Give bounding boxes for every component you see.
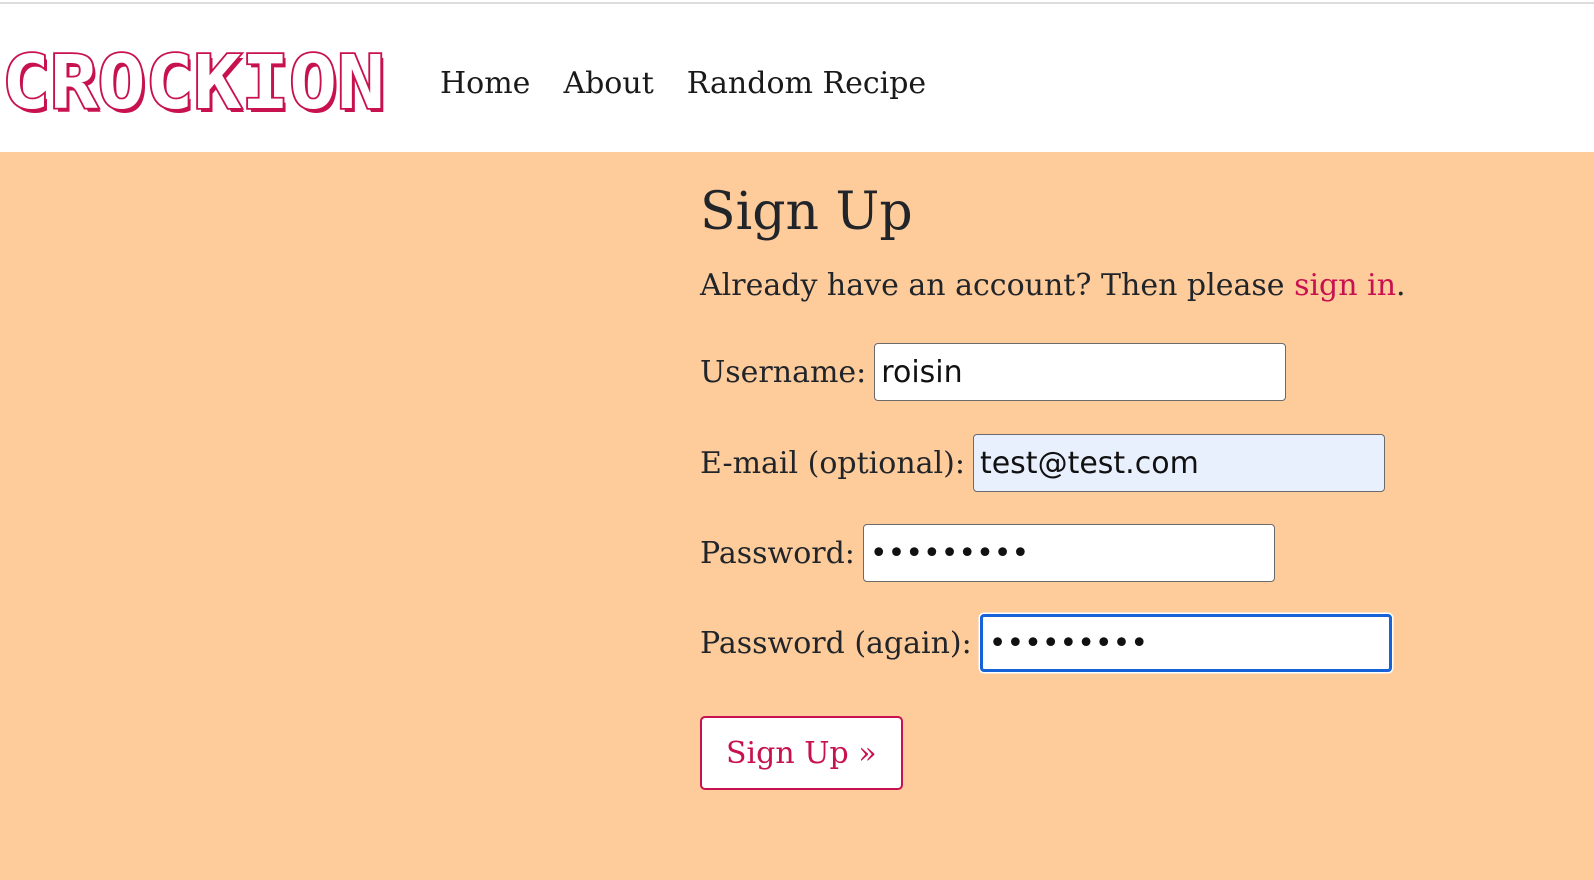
svg-text:CROCKION: CROCKION xyxy=(2,48,385,118)
nav-about-link[interactable]: About xyxy=(563,66,653,101)
logo-wordmark: CROCKION CROCKION xyxy=(0,38,388,130)
username-input[interactable] xyxy=(874,343,1287,401)
password-again-row: Password (again): xyxy=(700,613,1392,673)
email-label: E-mail (optional): xyxy=(700,445,965,481)
password-input[interactable] xyxy=(862,524,1275,582)
password-again-input[interactable] xyxy=(979,614,1392,672)
nav-links: Home About Random Recipe xyxy=(440,58,926,108)
navbar: CROCKION CROCKION Home About Random Reci… xyxy=(0,4,1594,152)
password-row: Password: xyxy=(700,523,1275,583)
username-row: Username: xyxy=(700,342,1287,402)
email-row: E-mail (optional): xyxy=(700,433,1385,493)
nav-random-recipe-link[interactable]: Random Recipe xyxy=(687,66,926,101)
page-title: Sign Up xyxy=(700,182,913,242)
password-label: Password: xyxy=(700,535,855,571)
nav-home-link[interactable]: Home xyxy=(440,66,530,101)
email-input[interactable] xyxy=(972,434,1385,492)
signin-prompt-text: Already have an account? Then please xyxy=(700,268,1295,303)
signin-prompt: Already have an account? Then please sig… xyxy=(700,268,1406,303)
password-again-label: Password (again): xyxy=(700,625,972,661)
brand-logo[interactable]: CROCKION CROCKION xyxy=(0,38,392,130)
sign-up-button[interactable]: Sign Up » xyxy=(700,716,903,790)
main-content: Sign Up Already have an account? Then pl… xyxy=(0,152,1594,880)
signin-prompt-period: . xyxy=(1396,268,1406,303)
username-label: Username: xyxy=(700,354,867,390)
sign-in-link[interactable]: sign in xyxy=(1294,268,1396,303)
